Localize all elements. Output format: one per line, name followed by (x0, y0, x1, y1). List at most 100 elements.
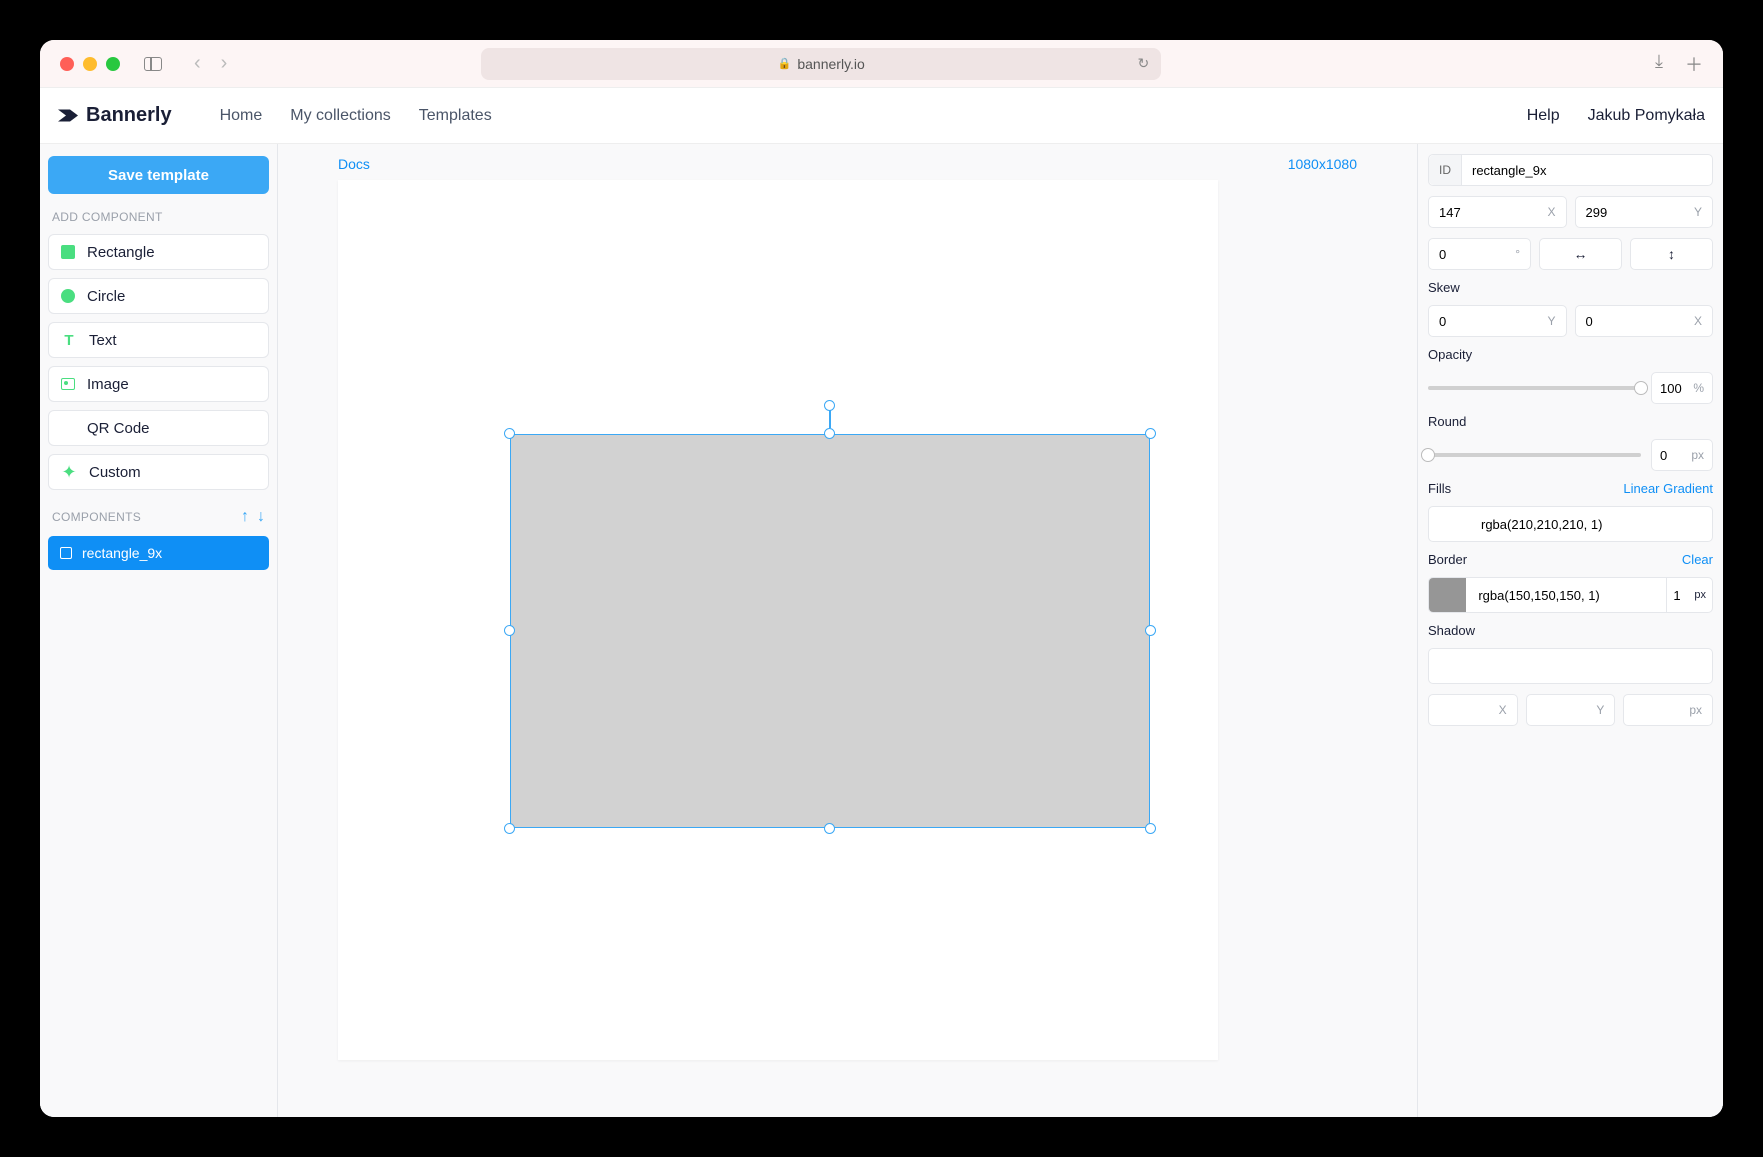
flip-vertical-button[interactable]: ↕ (1630, 238, 1713, 270)
artboard[interactable] (338, 180, 1218, 1060)
rotate-handle[interactable] (824, 400, 835, 411)
resize-handle-bl[interactable] (504, 823, 515, 834)
x-suffix: X (1547, 205, 1555, 219)
close-window-button[interactable] (60, 57, 74, 71)
brand-name: Bannerly (86, 104, 172, 127)
skew-y-input[interactable] (1586, 314, 1703, 329)
minimize-window-button[interactable] (83, 57, 97, 71)
fill-swatch[interactable] (1429, 507, 1469, 541)
nav-my-collections[interactable]: My collections (290, 107, 390, 125)
fill-color-input[interactable] (1469, 517, 1712, 532)
component-label: QR Code (87, 420, 150, 437)
position-y-input[interactable] (1586, 205, 1703, 220)
opacity-value-field[interactable]: % (1651, 372, 1713, 404)
component-label: Text (89, 332, 117, 349)
forward-button[interactable]: › (221, 52, 228, 75)
shadow-x-field[interactable]: X (1428, 694, 1518, 726)
component-label: Circle (87, 288, 125, 305)
position-x-input[interactable] (1439, 205, 1556, 220)
add-text-button[interactable]: T Text (48, 322, 269, 358)
add-rectangle-button[interactable]: Rectangle (48, 234, 269, 270)
user-menu[interactable]: Jakub Pomykała (1588, 107, 1705, 125)
resize-handle-bm[interactable] (824, 823, 835, 834)
nav-templates[interactable]: Templates (419, 107, 492, 125)
resize-handle-mr[interactable] (1145, 625, 1156, 636)
shadow-color-field[interactable] (1428, 648, 1713, 684)
shadow-y-input[interactable] (1537, 703, 1605, 718)
resize-handle-tl[interactable] (504, 428, 515, 439)
opacity-slider[interactable] (1428, 386, 1641, 390)
save-template-button[interactable]: Save template (48, 156, 269, 194)
id-field[interactable]: ID (1428, 154, 1713, 186)
add-custom-button[interactable]: ✦ Custom (48, 454, 269, 490)
x-suffix: X (1499, 703, 1507, 717)
skew-y-field[interactable]: X (1575, 305, 1714, 337)
border-width-field[interactable]: px (1666, 578, 1712, 612)
canvas-area[interactable]: Docs 1080x1080 (278, 144, 1417, 1117)
border-label: Border (1428, 552, 1467, 567)
border-color-input[interactable] (1466, 588, 1666, 603)
opacity-label: Opacity (1428, 347, 1713, 362)
rectangle-shape[interactable] (510, 434, 1150, 828)
border-swatch[interactable] (1429, 578, 1466, 612)
add-image-button[interactable]: Image (48, 366, 269, 402)
nav-home[interactable]: Home (220, 107, 263, 125)
position-y-field[interactable]: Y (1575, 196, 1714, 228)
move-down-icon[interactable]: ↓ (257, 508, 265, 526)
image-icon (61, 378, 75, 390)
downloads-icon[interactable]: ⤓ (1655, 51, 1663, 77)
selected-shape[interactable] (510, 434, 1150, 828)
add-component-label: ADD COMPONENT (48, 202, 269, 226)
rotation-field[interactable]: ° (1428, 238, 1531, 270)
linear-gradient-link[interactable]: Linear Gradient (1623, 481, 1713, 496)
skew-x-field[interactable]: Y (1428, 305, 1567, 337)
sidebar-toggle-icon[interactable] (144, 57, 162, 71)
resize-handle-tm[interactable] (824, 428, 835, 439)
id-input[interactable] (1462, 163, 1702, 178)
help-link[interactable]: Help (1527, 107, 1560, 125)
docs-link[interactable]: Docs (338, 156, 370, 172)
fills-label: Fills (1428, 481, 1451, 496)
address-bar[interactable]: 🔒 bannerly.io ↻ (481, 48, 1161, 80)
degree-suffix: ° (1515, 247, 1520, 261)
traffic-lights (60, 57, 120, 71)
back-button[interactable]: ‹ (194, 52, 201, 75)
resize-handle-tr[interactable] (1145, 428, 1156, 439)
flip-horizontal-button[interactable]: ↔ (1539, 238, 1622, 270)
browser-nav-arrows: ‹ › (194, 52, 227, 75)
properties-panel: ID X Y ° ↔ ↕ (1417, 144, 1723, 1117)
reload-icon[interactable]: ↻ (1138, 55, 1150, 72)
maximize-window-button[interactable] (106, 57, 120, 71)
skew-label: Skew (1428, 280, 1713, 295)
round-slider[interactable] (1428, 453, 1641, 457)
new-tab-icon[interactable]: ＋ (1685, 51, 1703, 77)
add-qrcode-button[interactable]: QR Code (48, 410, 269, 446)
slider-thumb[interactable] (1634, 381, 1648, 395)
id-prefix-label: ID (1429, 155, 1462, 185)
clear-border-link[interactable]: Clear (1682, 552, 1713, 567)
shadow-blur-field[interactable]: px (1623, 694, 1713, 726)
border-width-input[interactable] (1673, 588, 1694, 603)
component-label: Image (87, 376, 129, 393)
rotation-input[interactable] (1439, 247, 1520, 262)
component-item-name: rectangle_9x (82, 545, 162, 561)
brand[interactable]: Bannerly (58, 104, 172, 127)
x-suffix: X (1694, 314, 1702, 328)
left-sidebar: Save template ADD COMPONENT Rectangle Ci… (40, 144, 278, 1117)
add-circle-button[interactable]: Circle (48, 278, 269, 314)
round-value-field[interactable]: px (1651, 439, 1713, 471)
skew-x-input[interactable] (1439, 314, 1556, 329)
px-suffix: px (1694, 589, 1706, 601)
rectangle-icon (61, 245, 75, 259)
component-list-item[interactable]: rectangle_9x (48, 536, 269, 570)
move-up-icon[interactable]: ↑ (241, 508, 249, 526)
main-layout: Save template ADD COMPONENT Rectangle Ci… (40, 144, 1723, 1117)
shadow-x-input[interactable] (1439, 703, 1507, 718)
component-label: Custom (89, 464, 141, 481)
resize-handle-br[interactable] (1145, 823, 1156, 834)
slider-thumb[interactable] (1421, 448, 1435, 462)
position-x-field[interactable]: X (1428, 196, 1567, 228)
resize-handle-ml[interactable] (504, 625, 515, 636)
shadow-y-field[interactable]: Y (1526, 694, 1616, 726)
components-header: COMPONENTS ↑ ↓ (48, 498, 269, 528)
